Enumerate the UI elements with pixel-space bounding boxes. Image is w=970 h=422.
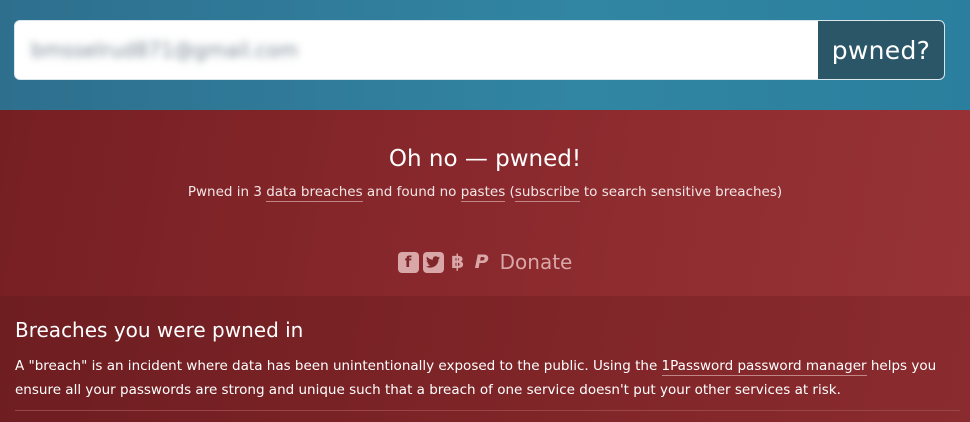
breaches-heading: Breaches you were pwned in: [15, 318, 304, 342]
subscribe-link[interactable]: subscribe: [514, 184, 580, 202]
paypal-icon[interactable]: P: [472, 251, 492, 273]
section-divider: [15, 410, 960, 411]
breaches-description: A "breach" is an incident where data has…: [15, 354, 960, 402]
summary-mid: and found no: [362, 184, 461, 200]
search-box: pwned?: [14, 20, 945, 80]
data-breaches-link[interactable]: data breaches: [266, 184, 363, 202]
facebook-icon[interactable]: f: [397, 251, 419, 273]
result-title: Oh no — pwned!: [388, 146, 582, 172]
twitter-icon[interactable]: [422, 251, 444, 273]
password-manager-link[interactable]: 1Password password manager: [661, 358, 867, 376]
desc-prefix: A "breach" is an incident where data has…: [15, 358, 662, 374]
pastes-link[interactable]: pastes: [460, 184, 506, 202]
result-summary: Pwned in 3 data breaches and found no pa…: [0, 184, 970, 202]
breaches-section: Breaches you were pwned in A "breach" is…: [0, 296, 970, 422]
search-band: pwned?: [0, 0, 970, 110]
email-search-input[interactable]: [15, 21, 819, 79]
donate-row: f ฿ P Donate: [0, 250, 970, 274]
summary-suffix: to search sensitive breaches): [579, 184, 783, 200]
result-band: Oh no — pwned! Pwned in 3 data breaches …: [0, 110, 970, 296]
summary-open: (: [505, 184, 515, 200]
bitcoin-icon[interactable]: ฿: [448, 251, 468, 273]
summary-prefix: Pwned in 3: [187, 184, 267, 200]
pwned-search-button[interactable]: pwned?: [818, 21, 944, 79]
donate-link[interactable]: Donate: [500, 250, 573, 274]
